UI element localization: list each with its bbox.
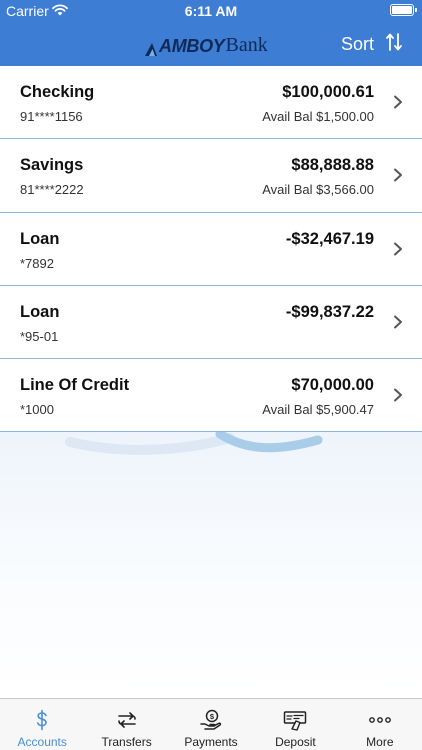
account-name: Loan xyxy=(20,229,60,248)
account-number: 91****1156 xyxy=(20,109,83,124)
check-deposit-icon xyxy=(284,711,307,731)
nav-bar: AMBOY Bank Sort xyxy=(0,22,422,66)
account-balance: -$32,467.19 xyxy=(285,229,374,248)
chevron-right-icon xyxy=(394,315,402,329)
tab-label: More xyxy=(366,735,394,749)
tab-label: Accounts xyxy=(17,735,67,749)
account-name: Loan xyxy=(20,302,60,321)
account-row-savings[interactable]: Savings 81****2222 $88,888.88 Avail Bal … xyxy=(0,139,422,213)
battery-icon xyxy=(390,4,417,16)
tab-accounts[interactable]: Accounts xyxy=(0,699,84,750)
account-balance: $70,000.00 xyxy=(291,376,374,395)
logo-word-amboy: AMBOY xyxy=(159,36,225,56)
tab-payments[interactable]: $ Payments xyxy=(169,699,253,750)
tab-deposit[interactable]: Deposit xyxy=(253,699,337,750)
logo-word-bank: Bank xyxy=(225,34,268,56)
account-balance: -$99,837.22 xyxy=(285,302,374,321)
transfer-arrows-icon xyxy=(117,712,136,728)
tab-label: Deposit xyxy=(275,735,316,749)
accounts-list: Checking 91****1156 $100,000.61 Avail Ba… xyxy=(0,66,422,433)
account-balance: $100,000.61 xyxy=(282,83,374,101)
accounts-screen: Carrier 6:11 AM AMBOY Bank Sort Checking… xyxy=(0,0,422,750)
more-dots-icon xyxy=(368,717,391,723)
logo-mark-icon xyxy=(144,41,158,57)
sort-arrows-icon xyxy=(386,32,402,57)
tab-label: Transfers xyxy=(101,735,152,749)
chevron-right-icon xyxy=(394,95,402,109)
account-number: *95-01 xyxy=(20,328,59,344)
account-name: Checking xyxy=(20,83,95,101)
available-balance: Avail Bal $5,900.47 xyxy=(262,402,374,418)
chevron-right-icon xyxy=(394,168,402,182)
sort-button[interactable]: Sort xyxy=(341,30,402,58)
account-number: 81****2222 xyxy=(20,182,84,198)
account-row-loan-95-01[interactable]: Loan *95-01 -$99,837.22 xyxy=(0,285,422,360)
chevron-right-icon xyxy=(394,388,402,402)
account-name: Line Of Credit xyxy=(20,376,130,395)
account-balance: $88,888.88 xyxy=(291,156,374,175)
tab-label: Payments xyxy=(184,735,238,749)
svg-text:$: $ xyxy=(210,712,215,721)
account-row-loan-7892[interactable]: Loan *7892 -$32,467.19 xyxy=(0,212,422,286)
account-row-checking[interactable]: Checking 91****1156 $100,000.61 Avail Ba… xyxy=(0,66,422,140)
tab-more[interactable]: More xyxy=(338,699,422,750)
watermark-swoosh-icon xyxy=(65,432,323,455)
account-name: Savings xyxy=(20,156,84,175)
status-bar: Carrier 6:11 AM xyxy=(0,0,422,22)
chevron-right-icon xyxy=(394,242,402,256)
background-watermark xyxy=(0,432,422,698)
sort-label: Sort xyxy=(340,33,374,54)
tab-bar: Accounts Transfers $ Payments Deposit Mo… xyxy=(0,698,422,750)
dollar-icon xyxy=(37,709,48,731)
clock: 6:11 AM xyxy=(184,3,238,19)
available-balance: Avail Bal $3,566.00 xyxy=(262,182,374,198)
account-number: *1000 xyxy=(20,402,54,418)
tab-transfers[interactable]: Transfers xyxy=(84,699,168,750)
account-row-line-of-credit[interactable]: Line Of Credit *1000 $70,000.00 Avail Ba… xyxy=(0,359,422,433)
available-balance: Avail Bal $1,500.00 xyxy=(262,109,374,124)
bill-pay-icon: $ xyxy=(200,709,222,730)
account-number: *7892 xyxy=(20,255,54,271)
app-header: Carrier 6:11 AM AMBOY Bank Sort xyxy=(0,0,422,66)
amboy-bank-logo: AMBOY Bank xyxy=(144,31,268,57)
